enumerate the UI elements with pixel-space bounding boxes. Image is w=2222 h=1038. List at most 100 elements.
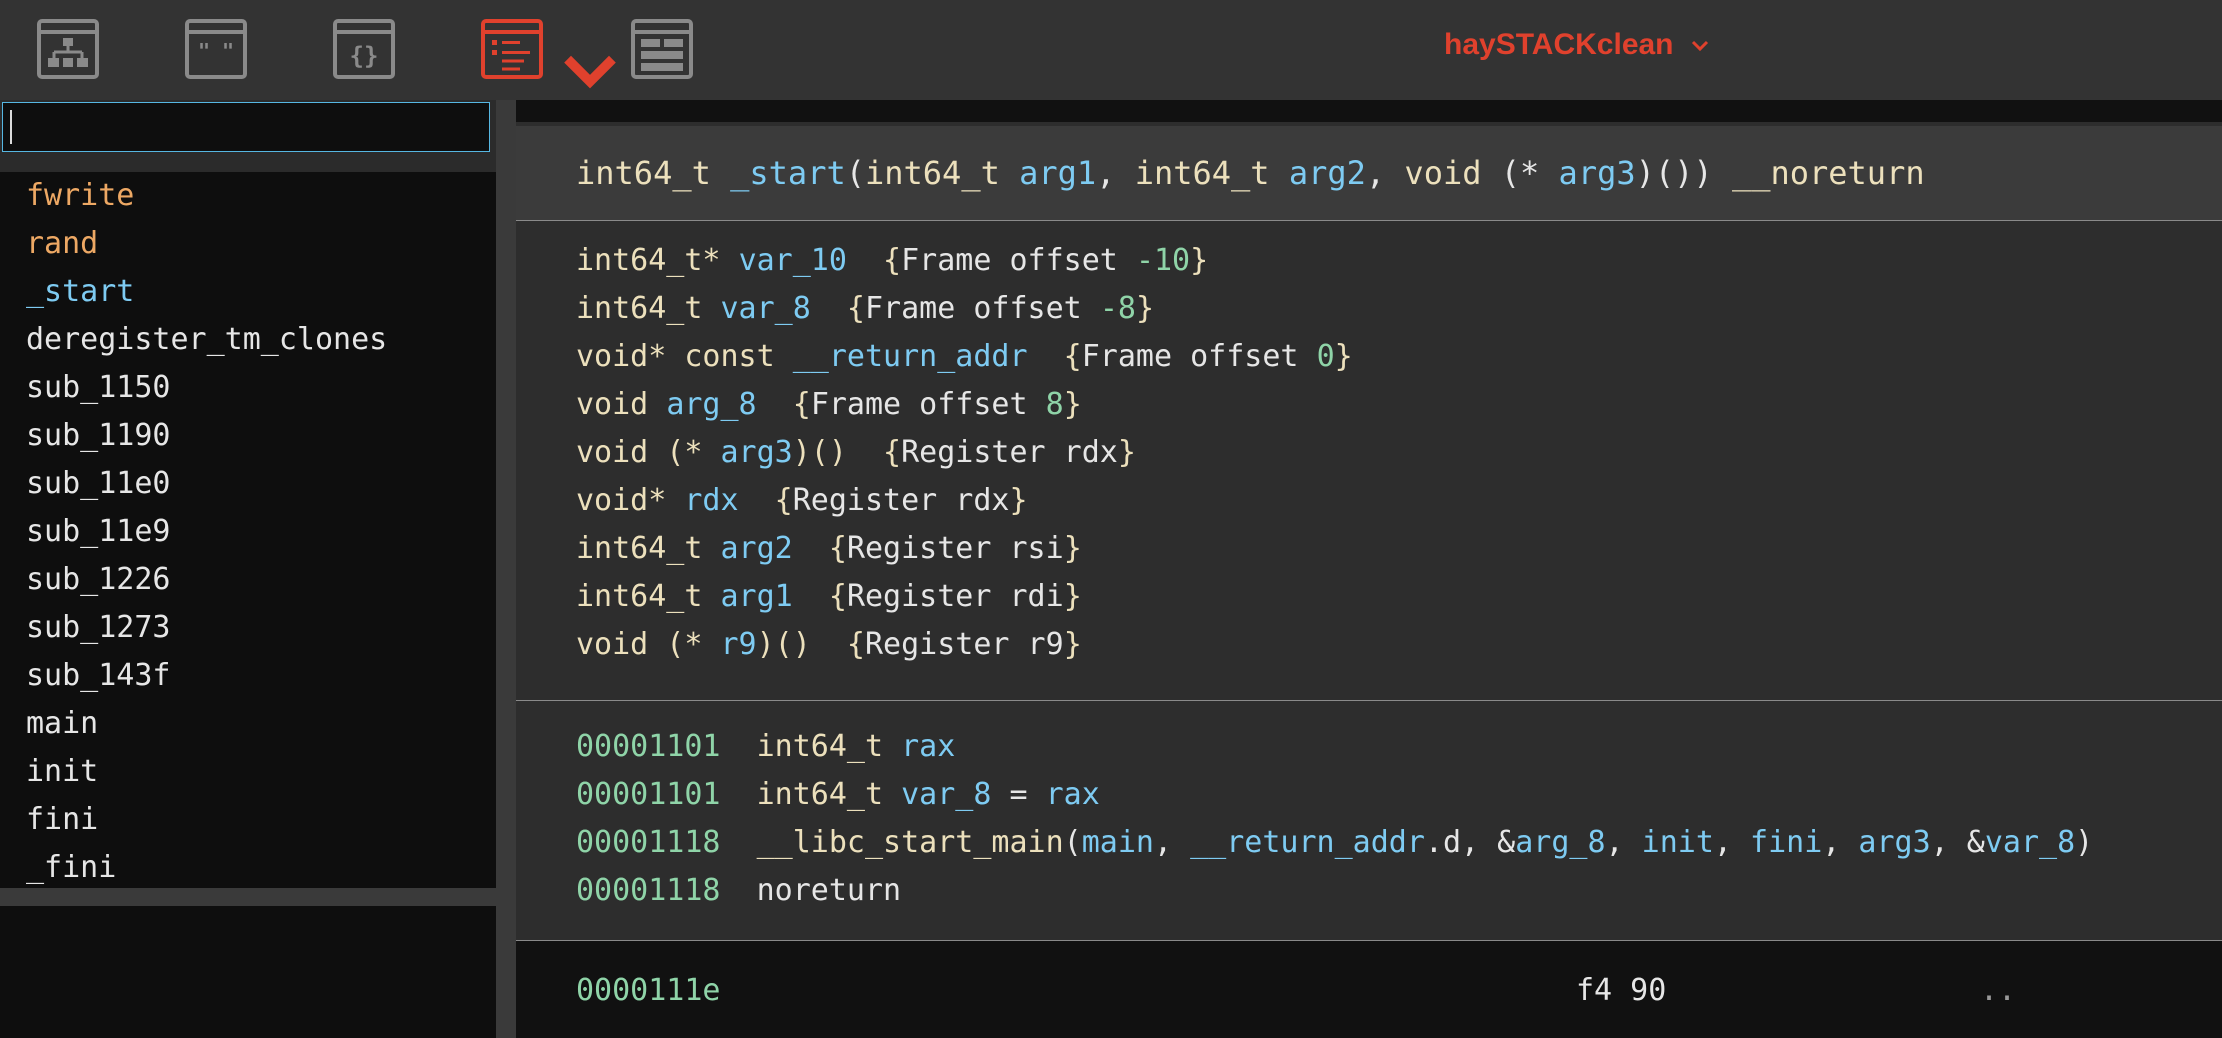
project-selector[interactable]: haySTACKclean: [1444, 28, 1710, 62]
function-signature-block: int64_t _start(int64_t arg1, int64_t arg…: [516, 126, 2222, 221]
function-list-item[interactable]: sub_11e0: [0, 460, 496, 508]
function-list-item[interactable]: sub_1150: [0, 364, 496, 412]
function-list-item[interactable]: init: [0, 748, 496, 796]
variable-name[interactable]: var_10: [739, 243, 847, 278]
variable-name[interactable]: arg1: [721, 579, 793, 614]
variable-line[interactable]: void arg_8 {Frame offset 8}: [576, 387, 1082, 422]
code-address: 00001101: [576, 729, 721, 764]
text-caret: [10, 110, 12, 144]
function-list-item[interactable]: sub_143f: [0, 652, 496, 700]
variable-type: void (*: [576, 435, 703, 470]
variable-name[interactable]: arg_8: [666, 387, 756, 422]
view-header-strip: [516, 100, 2222, 122]
variable-type: void (*: [576, 627, 703, 662]
function-list-item[interactable]: fwrite: [0, 172, 496, 220]
chevron-down-icon: [1691, 41, 1708, 52]
param-type: int64_t: [864, 154, 1000, 192]
variable-type: void: [576, 387, 649, 422]
param-name[interactable]: arg1: [1019, 154, 1096, 192]
pane-splitter[interactable]: [496, 100, 516, 1038]
variable-location: Frame offset: [901, 243, 1118, 278]
code-address: 00001118: [576, 825, 721, 860]
hex-address[interactable]: 0000111e: [576, 973, 721, 1008]
code-line[interactable]: 00001118 __libc_start_main(main, __retur…: [576, 825, 2093, 860]
variable-name[interactable]: r9: [721, 627, 757, 662]
variable-location: Frame offset: [865, 291, 1082, 326]
variable-line[interactable]: void* const __return_addr {Frame offset …: [576, 339, 1353, 374]
variable-type: void* const: [576, 339, 775, 374]
code-line[interactable]: 00001101 int64_t var_8 = rax: [576, 777, 1100, 812]
variable-location: Register rdi: [846, 579, 1064, 614]
types-view-icon[interactable]: {}: [332, 18, 400, 84]
param-name[interactable]: arg2: [1289, 154, 1366, 192]
variable-location: Register rdx: [901, 435, 1118, 470]
hex-dump-block: 0000111e f4 90 ..: [516, 941, 2222, 1038]
variable-offset: 8: [1045, 387, 1064, 422]
toolbar: " " {} haySTACKclean: [0, 0, 2222, 100]
graph-view-icon[interactable]: [36, 18, 104, 84]
horizontal-scrollbar[interactable]: [0, 888, 496, 906]
variable-line[interactable]: int64_t arg2 {Register rsi}: [576, 531, 1082, 566]
variable-type-suffix: )(): [792, 435, 847, 470]
function-list-item[interactable]: _fini: [0, 844, 496, 892]
variable-offset: -8: [1099, 291, 1136, 326]
variable-offset: 0: [1316, 339, 1335, 374]
variable-type: int64_t*: [576, 243, 721, 278]
param-type: void: [1404, 154, 1482, 192]
param-type: int64_t: [1134, 154, 1270, 192]
variable-name[interactable]: arg2: [721, 531, 793, 566]
svg-text:{}: {}: [350, 42, 379, 70]
strings-view-icon[interactable]: " ": [184, 18, 252, 84]
function-list-item[interactable]: main: [0, 700, 496, 748]
variable-name[interactable]: var_8: [721, 291, 811, 326]
svg-text:" ": " ": [198, 39, 234, 63]
code-block: 00001101 int64_t rax 00001101 int64_t va…: [516, 701, 2222, 941]
hex-bytes[interactable]: f4 90: [1576, 973, 1666, 1008]
variable-location: Register rdx: [792, 483, 1010, 518]
variable-type: int64_t: [576, 291, 703, 326]
variable-name[interactable]: rdx: [684, 483, 738, 518]
variable-line[interactable]: void (* arg3)() {Register rdx}: [576, 435, 1136, 470]
project-name: haySTACKclean: [1444, 28, 1674, 61]
variable-line[interactable]: int64_t var_8 {Frame offset -8}: [576, 291, 1154, 326]
function-name[interactable]: _start: [730, 154, 846, 192]
linear-view-icon[interactable]: [480, 18, 616, 89]
sidebar-bottom-panel: [0, 906, 496, 1038]
param-name[interactable]: arg3: [1559, 154, 1636, 192]
variable-offset: -10: [1135, 243, 1191, 278]
function-list-item[interactable]: _start: [0, 268, 496, 316]
search-input[interactable]: [2, 102, 490, 152]
variable-line[interactable]: int64_t* var_10 {Frame offset -10}: [576, 243, 1208, 278]
code-line[interactable]: 00001101 int64_t rax: [576, 729, 955, 764]
linear-view: int64_t _start(int64_t arg1, int64_t arg…: [516, 100, 2222, 1038]
variable-line[interactable]: void (* r9)() {Register r9}: [576, 627, 1082, 662]
function-list-item[interactable]: rand: [0, 220, 496, 268]
variable-line[interactable]: void* rdx {Register rdx}: [576, 483, 1028, 518]
stack-variables-block: int64_t* var_10 {Frame offset -10} int64_…: [516, 221, 2222, 701]
hex-view-icon[interactable]: [630, 18, 698, 84]
function-list-item[interactable]: sub_11e9: [0, 508, 496, 556]
variable-name[interactable]: arg3: [721, 435, 793, 470]
chevron-down-icon[interactable]: [558, 40, 622, 104]
variable-type-suffix: )(): [756, 627, 811, 662]
hex-ascii: ..: [1980, 973, 2017, 1008]
code-address: 00001118: [576, 873, 721, 908]
variable-name[interactable]: __return_addr: [793, 339, 1028, 374]
code-line[interactable]: 00001118 noreturn: [576, 873, 901, 908]
function-signature[interactable]: int64_t _start(int64_t arg1, int64_t arg…: [576, 154, 1925, 192]
function-list-item[interactable]: fini: [0, 796, 496, 844]
variable-type: int64_t: [576, 579, 703, 614]
variable-location: Register r9: [865, 627, 1064, 662]
return-type: int64_t: [576, 154, 711, 192]
function-list-item[interactable]: sub_1273: [0, 604, 496, 652]
variable-type: int64_t: [576, 531, 703, 566]
function-list-item[interactable]: sub_1190: [0, 412, 496, 460]
variable-line[interactable]: int64_t arg1 {Register rdi}: [576, 579, 1082, 614]
variable-location: Frame offset: [810, 387, 1028, 422]
function-sidebar: fwrite rand _start deregister_tm_clones sub_…: [0, 100, 496, 1038]
function-list-item[interactable]: deregister_tm_clones: [0, 316, 496, 364]
variable-location: Register rsi: [846, 531, 1064, 566]
function-list-item[interactable]: sub_1226: [0, 556, 496, 604]
variable-location: Frame offset: [1081, 339, 1299, 374]
function-list: fwrite rand _start deregister_tm_clones sub_…: [0, 172, 496, 888]
